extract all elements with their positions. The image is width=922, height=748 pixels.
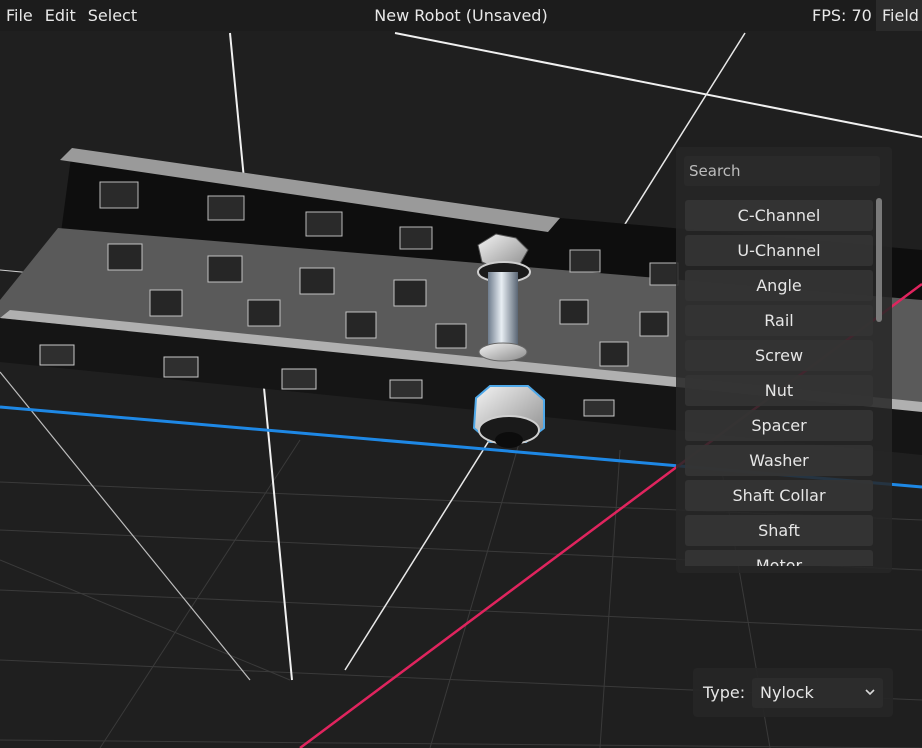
type-select[interactable]: Nylock — [752, 678, 883, 708]
part-button-motor[interactable]: Motor — [685, 550, 873, 566]
selected-nut[interactable] — [472, 385, 545, 448]
field-button[interactable]: Field — [876, 0, 922, 31]
part-button-spacer[interactable]: Spacer — [685, 410, 873, 441]
scrollbar-thumb[interactable] — [876, 198, 882, 322]
part-button-shaft[interactable]: Shaft — [685, 515, 873, 546]
menu-select[interactable]: Select — [82, 0, 143, 31]
fps-counter: FPS: 70 — [812, 6, 872, 25]
menu-edit[interactable]: Edit — [39, 0, 82, 31]
part-button-screw[interactable]: Screw — [685, 340, 873, 371]
type-label: Type: — [703, 683, 746, 702]
part-button-u-channel[interactable]: U-Channel — [685, 235, 873, 266]
part-button-angle[interactable]: Angle — [685, 270, 873, 301]
menu-bar: File Edit Select New Robot (Unsaved) FPS… — [0, 0, 922, 31]
part-button-washer[interactable]: Washer — [685, 445, 873, 476]
part-button-c-channel[interactable]: C-Channel — [685, 200, 873, 231]
menu-file[interactable]: File — [0, 0, 39, 31]
part-button-shaft-collar[interactable]: Shaft Collar — [685, 480, 873, 511]
parts-panel: C-Channel U-Channel Angle Rail Screw Nut… — [676, 147, 892, 573]
parts-scrollbar[interactable] — [876, 198, 882, 563]
search-input[interactable] — [684, 156, 880, 186]
part-button-rail[interactable]: Rail — [685, 305, 873, 336]
menu-items: File Edit Select — [0, 0, 143, 31]
type-select-value: Nylock — [760, 683, 814, 702]
part-button-nut[interactable]: Nut — [685, 375, 873, 406]
type-panel: Type: Nylock — [693, 668, 893, 717]
chevron-down-icon — [865, 689, 875, 696]
parts-list[interactable]: C-Channel U-Channel Angle Rail Screw Nut… — [685, 200, 873, 566]
